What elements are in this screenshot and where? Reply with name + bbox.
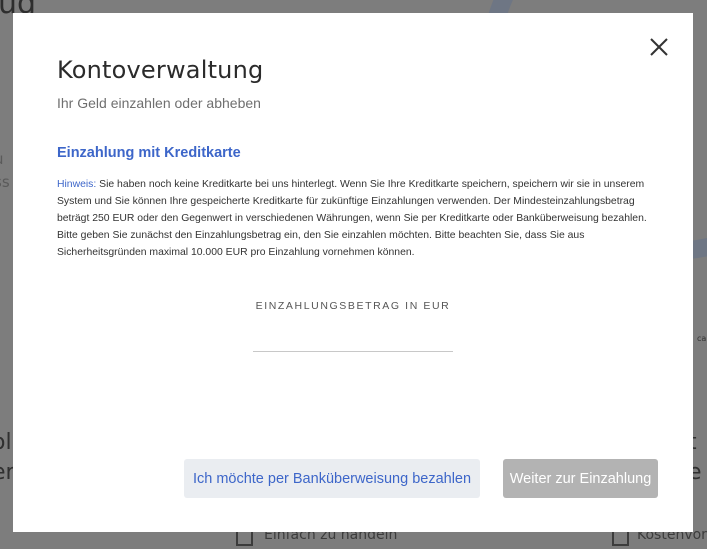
account-management-dialog: Kontoverwaltung Ihr Geld einzahlen oder … — [13, 13, 693, 532]
notice-body: Sie haben noch keine Kreditkarte bei uns… — [57, 179, 647, 258]
background-heading: ol — [0, 430, 12, 455]
background-text: u — [0, 150, 4, 168]
section-title: Einzahlung mit Kreditkarte — [57, 145, 241, 161]
dialog-subtitle: Ihr Geld einzahlen oder abheben — [57, 95, 261, 111]
dialog-title: Kontoverwaltung — [57, 56, 264, 84]
notice-text: Hinweis: Sie haben noch keine Kreditkart… — [57, 176, 657, 261]
notice-label: Hinweis: — [57, 179, 97, 190]
close-x-icon — [650, 38, 668, 56]
amount-input[interactable] — [253, 327, 453, 352]
bank-transfer-button[interactable]: Ich möchte per Banküberweisung bezahlen — [184, 459, 480, 498]
background-text: ss — [0, 173, 10, 191]
close-button[interactable] — [647, 35, 671, 59]
continue-to-deposit-button[interactable]: Weiter zur Einzahlung — [503, 459, 658, 498]
amount-label: EINZAHLUNGSBETRAG IN EUR — [255, 300, 451, 312]
background-text: ca — [697, 334, 707, 343]
